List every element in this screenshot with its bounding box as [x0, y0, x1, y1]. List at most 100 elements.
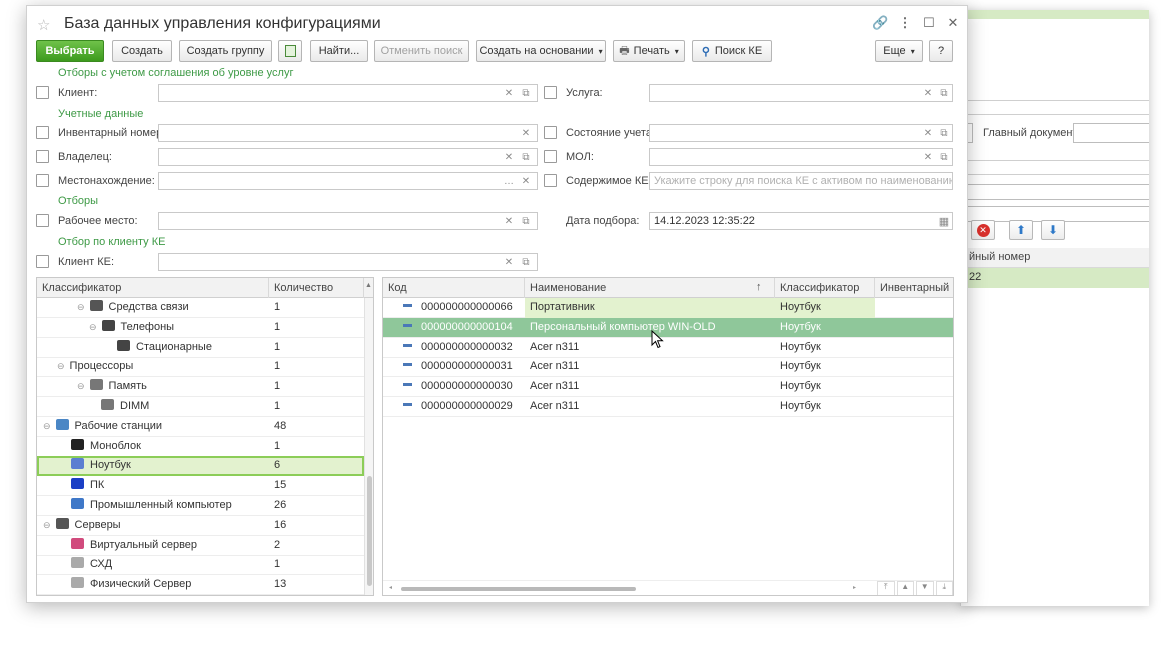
- sort-ascending-icon[interactable]: ↑: [756, 281, 762, 293]
- page-up-icon[interactable]: ▲: [896, 581, 914, 595]
- background-table-row[interactable]: 22: [961, 268, 1149, 288]
- tree-row[interactable]: СХД 1: [37, 555, 364, 576]
- tree-row[interactable]: Физический Сервер 13: [37, 575, 364, 595]
- client-ke-checkbox[interactable]: [36, 255, 49, 268]
- open-icon[interactable]: ⧉: [518, 84, 534, 102]
- mol-field[interactable]: [649, 148, 953, 166]
- tree-row[interactable]: Промышленный компьютер 26: [37, 496, 364, 516]
- tree-row[interactable]: ⊖ Телефоны 1: [37, 318, 364, 338]
- collapse-icon[interactable]: ⊖: [43, 421, 51, 431]
- calendar-icon[interactable]: ▦: [936, 212, 952, 230]
- close-icon[interactable]: ✕: [945, 15, 961, 31]
- last-page-icon[interactable]: ⤓: [935, 581, 953, 595]
- more-actions-icon[interactable]: ⋮: [897, 15, 913, 31]
- owner-checkbox[interactable]: [36, 150, 49, 163]
- tree-row[interactable]: ⊖ Процессоры 1: [37, 357, 364, 378]
- collapse-icon[interactable]: ⊖: [77, 302, 85, 312]
- tree-row[interactable]: Виртуальный сервер 2: [37, 536, 364, 556]
- clear-icon[interactable]: ✕: [920, 148, 936, 166]
- background-field[interactable]: [961, 184, 1149, 200]
- copy-button[interactable]: [278, 40, 302, 62]
- create-based-on-button[interactable]: Создать на основании ▾: [476, 40, 606, 62]
- location-checkbox[interactable]: [36, 174, 49, 187]
- clear-icon[interactable]: ✕: [501, 84, 517, 102]
- list-row[interactable]: 000000000000032 Acer n311 Ноутбук: [383, 338, 953, 358]
- classifier-tree[interactable]: Классификатор Количество ▲ ⊖ Средства свя…: [36, 277, 374, 596]
- clear-icon[interactable]: ✕: [501, 253, 517, 271]
- create-group-button[interactable]: Создать группу: [179, 40, 272, 62]
- ke-content-field[interactable]: Укажите строку для поиска КЕ с активом п…: [649, 172, 953, 190]
- tree-row[interactable]: Стационарные 1: [37, 338, 364, 358]
- tree-row[interactable]: ПК 15: [37, 476, 364, 497]
- search-ke-button[interactable]: ⚲ Поиск КЕ: [692, 40, 772, 62]
- service-checkbox[interactable]: [544, 86, 557, 99]
- inventory-number-checkbox[interactable]: [36, 126, 49, 139]
- move-down-button[interactable]: ⬇: [1041, 220, 1065, 240]
- list-row[interactable]: 000000000000104 Персональный компьютер WI…: [383, 317, 953, 338]
- link-icon[interactable]: 🔗: [872, 15, 888, 31]
- tree-scroll-thumb[interactable]: [367, 476, 372, 586]
- clear-icon[interactable]: ✕: [920, 84, 936, 102]
- clear-icon[interactable]: ✕: [920, 124, 936, 142]
- list-hscroll-thumb[interactable]: [401, 587, 636, 591]
- tree-row[interactable]: ⊖ Серверы 16: [37, 516, 364, 536]
- client-ke-field[interactable]: [158, 253, 538, 271]
- scroll-up-icon[interactable]: ▲: [365, 282, 372, 289]
- print-button[interactable]: 🖶 Печать ▾: [613, 40, 685, 62]
- location-field[interactable]: [158, 172, 538, 190]
- mol-checkbox[interactable]: [544, 150, 557, 163]
- page-down-icon[interactable]: ▼: [916, 581, 934, 595]
- selection-date-field[interactable]: 14.12.2023 12:35:22: [649, 212, 953, 230]
- favorite-star-icon[interactable]: ☆: [37, 16, 50, 34]
- list-hscrollbar[interactable]: ◂ ▸ ⤒ ▲ ▼ ⤓: [383, 580, 953, 595]
- list-row[interactable]: 000000000000031 Acer n311 Ноутбук: [383, 357, 953, 378]
- delete-button[interactable]: ✕: [971, 220, 995, 240]
- clear-icon[interactable]: ✕: [501, 148, 517, 166]
- open-icon[interactable]: ⧉: [936, 84, 952, 102]
- workplace-field[interactable]: [158, 212, 538, 230]
- ke-content-checkbox[interactable]: [544, 174, 557, 187]
- scroll-left-icon[interactable]: ◂: [389, 584, 392, 591]
- inventory-number-field[interactable]: [158, 124, 538, 142]
- column-header-code[interactable]: Код: [383, 278, 525, 298]
- clear-icon[interactable]: ✕: [518, 124, 534, 142]
- items-list[interactable]: Код Наименование ↑ Классификатор Инвента…: [382, 277, 954, 596]
- client-field[interactable]: [158, 84, 538, 102]
- cancel-search-button[interactable]: Отменить поиск: [374, 40, 469, 62]
- list-row[interactable]: 000000000000066 Портативник Ноутбук: [383, 298, 953, 318]
- tree-row[interactable]: ⊖ Рабочие станции 48: [37, 417, 364, 437]
- clear-icon[interactable]: ✕: [501, 212, 517, 230]
- tree-row[interactable]: DIMM 1: [37, 397, 364, 417]
- open-icon[interactable]: ⧉: [518, 212, 534, 230]
- service-field[interactable]: [649, 84, 953, 102]
- open-icon[interactable]: ⧉: [936, 124, 952, 142]
- scroll-right-icon[interactable]: ▸: [853, 584, 856, 591]
- client-checkbox[interactable]: [36, 86, 49, 99]
- workplace-checkbox[interactable]: [36, 214, 49, 227]
- tree-row[interactable]: ⊖ Средства связи 1: [37, 298, 364, 318]
- list-row[interactable]: 000000000000030 Acer n311 Ноутбук: [383, 377, 953, 398]
- collapse-icon[interactable]: ⊖: [89, 322, 97, 332]
- column-header-quantity[interactable]: Количество: [269, 278, 364, 298]
- tree-row[interactable]: Моноблок 1: [37, 437, 364, 457]
- open-icon[interactable]: ⧉: [518, 253, 534, 271]
- column-header-name[interactable]: Наименование: [525, 278, 775, 298]
- collapse-icon[interactable]: ⊖: [77, 381, 85, 391]
- collapse-icon[interactable]: ⊖: [43, 520, 51, 530]
- column-header-classifier[interactable]: Классификатор: [775, 278, 875, 298]
- clear-icon[interactable]: ✕: [518, 172, 534, 190]
- account-state-field[interactable]: [649, 124, 953, 142]
- select-button[interactable]: Выбрать: [36, 40, 104, 62]
- main-document-field[interactable]: [1073, 123, 1149, 143]
- open-icon[interactable]: ⧉: [518, 148, 534, 166]
- open-icon[interactable]: ⧉: [936, 148, 952, 166]
- first-page-icon[interactable]: ⤒: [877, 581, 895, 595]
- account-state-checkbox[interactable]: [544, 126, 557, 139]
- tree-scrollbar[interactable]: [364, 298, 373, 595]
- collapse-icon[interactable]: ⊖: [57, 361, 65, 371]
- owner-field[interactable]: [158, 148, 538, 166]
- help-button[interactable]: ?: [929, 40, 953, 62]
- tree-row[interactable]: ⊖ Память 1: [37, 377, 364, 398]
- maximize-icon[interactable]: ☐: [921, 15, 937, 31]
- more-button[interactable]: Еще ▾: [875, 40, 923, 62]
